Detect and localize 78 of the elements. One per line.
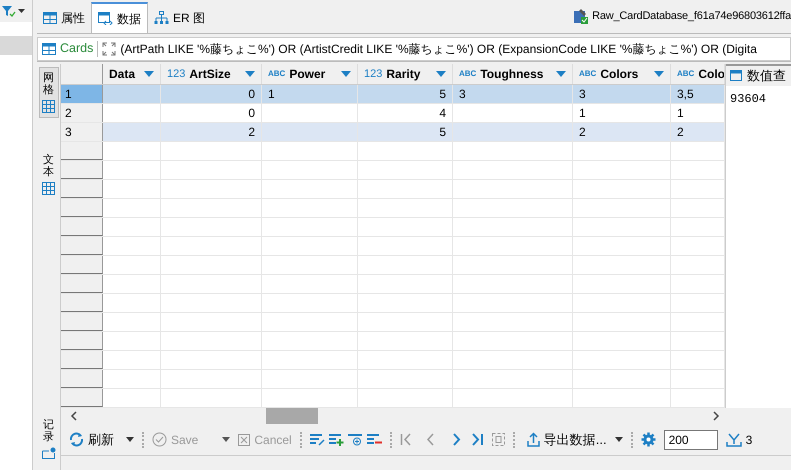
settings-icon[interactable]	[640, 432, 656, 447]
sort-arrow-icon[interactable]	[654, 71, 664, 77]
column-header[interactable]: ABC Toughness	[453, 64, 573, 84]
table-cell-text: 3	[459, 86, 466, 103]
table-cell-text: 3	[579, 86, 586, 103]
scrollbar-thumb[interactable]	[266, 408, 318, 424]
dropdown-arrow-icon[interactable]	[222, 437, 230, 442]
add-row-icon[interactable]	[328, 434, 344, 446]
table-cell-text: 2	[579, 124, 586, 141]
edit-row-icon[interactable]	[310, 434, 325, 446]
editor-title: Raw_CardDatabase_f61a74e96803612ffa	[592, 9, 791, 24]
sort-arrow-icon[interactable]	[245, 71, 255, 77]
value-text: 93604	[729, 91, 768, 108]
sort-arrow-icon[interactable]	[144, 71, 154, 77]
fetch-size-field[interactable]: 200	[664, 430, 718, 450]
sort-arrow-icon[interactable]	[556, 71, 566, 77]
sort-arrow-icon[interactable]	[341, 71, 351, 77]
database-script-icon	[574, 9, 588, 24]
record-icon	[42, 447, 56, 459]
text-type-label: ABC	[677, 68, 694, 80]
hierarchy-icon	[154, 10, 169, 24]
table-cell-text: 5	[439, 86, 446, 103]
table-cell-text: 5	[439, 124, 446, 141]
last-page-icon[interactable]	[470, 433, 484, 446]
export-data-button[interactable]: 导出数据...	[526, 430, 607, 450]
table-cell-text: 2	[677, 124, 684, 141]
editor-tab[interactable]: ER 图	[148, 2, 212, 33]
row-count: 3	[746, 432, 752, 448]
filter-expression[interactable]: (ArtPath LIKE '%藤ちょこ%') OR (ArtistCredit LIKE '%藤ちょこ%') OR (ExpansionCode LIKE '%藤ちょこ%') OR (Digita	[120, 40, 757, 58]
delete-row-icon[interactable]	[366, 434, 382, 446]
table-name: Cards	[60, 40, 94, 58]
table-cell-text: 1	[677, 105, 684, 122]
editor-tab[interactable]: 属性	[37, 2, 91, 33]
data-table-icon	[98, 12, 113, 25]
grid-icon	[42, 182, 55, 196]
column-header[interactable]: ABC Power	[262, 64, 358, 84]
filter-icon[interactable]	[2, 5, 16, 17]
row-number[interactable]: 2	[61, 104, 103, 122]
dropdown-arrow-icon[interactable]	[126, 437, 134, 442]
text-type-label: ABC	[579, 68, 596, 80]
check-circle-icon	[152, 432, 167, 447]
vertical-tab[interactable]: 文本	[38, 150, 58, 200]
table-cell-text: 1	[579, 105, 586, 122]
fetch-all-icon[interactable]	[726, 432, 742, 446]
copy-row-icon[interactable]	[348, 434, 363, 446]
table-cell-text: 2	[248, 124, 255, 141]
table-cell-text: 0	[248, 86, 255, 103]
grid-icon	[42, 100, 55, 114]
row-number[interactable]: 3	[61, 123, 103, 141]
text-type-label: ABC	[268, 68, 286, 80]
numeric-type-label: 123	[167, 66, 186, 82]
value-viewer-icon	[730, 70, 743, 82]
table-icon	[43, 12, 57, 24]
expand-icon[interactable]	[102, 42, 116, 56]
refresh-button[interactable]: 刷新	[69, 430, 114, 450]
table-icon	[42, 42, 56, 54]
row-number[interactable]: 1	[61, 85, 103, 103]
dropdown-arrow-icon[interactable]	[18, 8, 25, 14]
table-cell-text: 1	[268, 86, 275, 103]
table-cell-text: 4	[439, 105, 446, 122]
page-icon[interactable]	[492, 433, 505, 446]
close-box-icon	[238, 434, 250, 446]
numeric-type-label: 123	[364, 66, 382, 82]
record-tab[interactable]: 记录	[42, 418, 56, 459]
column-header[interactable]: Data	[103, 64, 161, 84]
dropdown-arrow-icon[interactable]	[614, 437, 623, 442]
column-header[interactable]: 123 ArtSize	[161, 64, 262, 84]
table-cell-text: 3,5	[677, 86, 694, 103]
sort-arrow-icon[interactable]	[436, 71, 446, 77]
table-cell-text: 0	[248, 105, 255, 122]
refresh-icon	[69, 432, 84, 447]
text-type-label: ABC	[459, 68, 476, 80]
first-page-icon[interactable]	[400, 433, 413, 446]
upload-icon	[526, 432, 540, 447]
editor-tab[interactable]: 数据	[91, 2, 148, 33]
column-header[interactable]: ABC Colors	[573, 64, 671, 84]
column-header[interactable]: 123 Rarity	[358, 64, 453, 84]
vertical-tab[interactable]: 网格	[38, 67, 58, 118]
